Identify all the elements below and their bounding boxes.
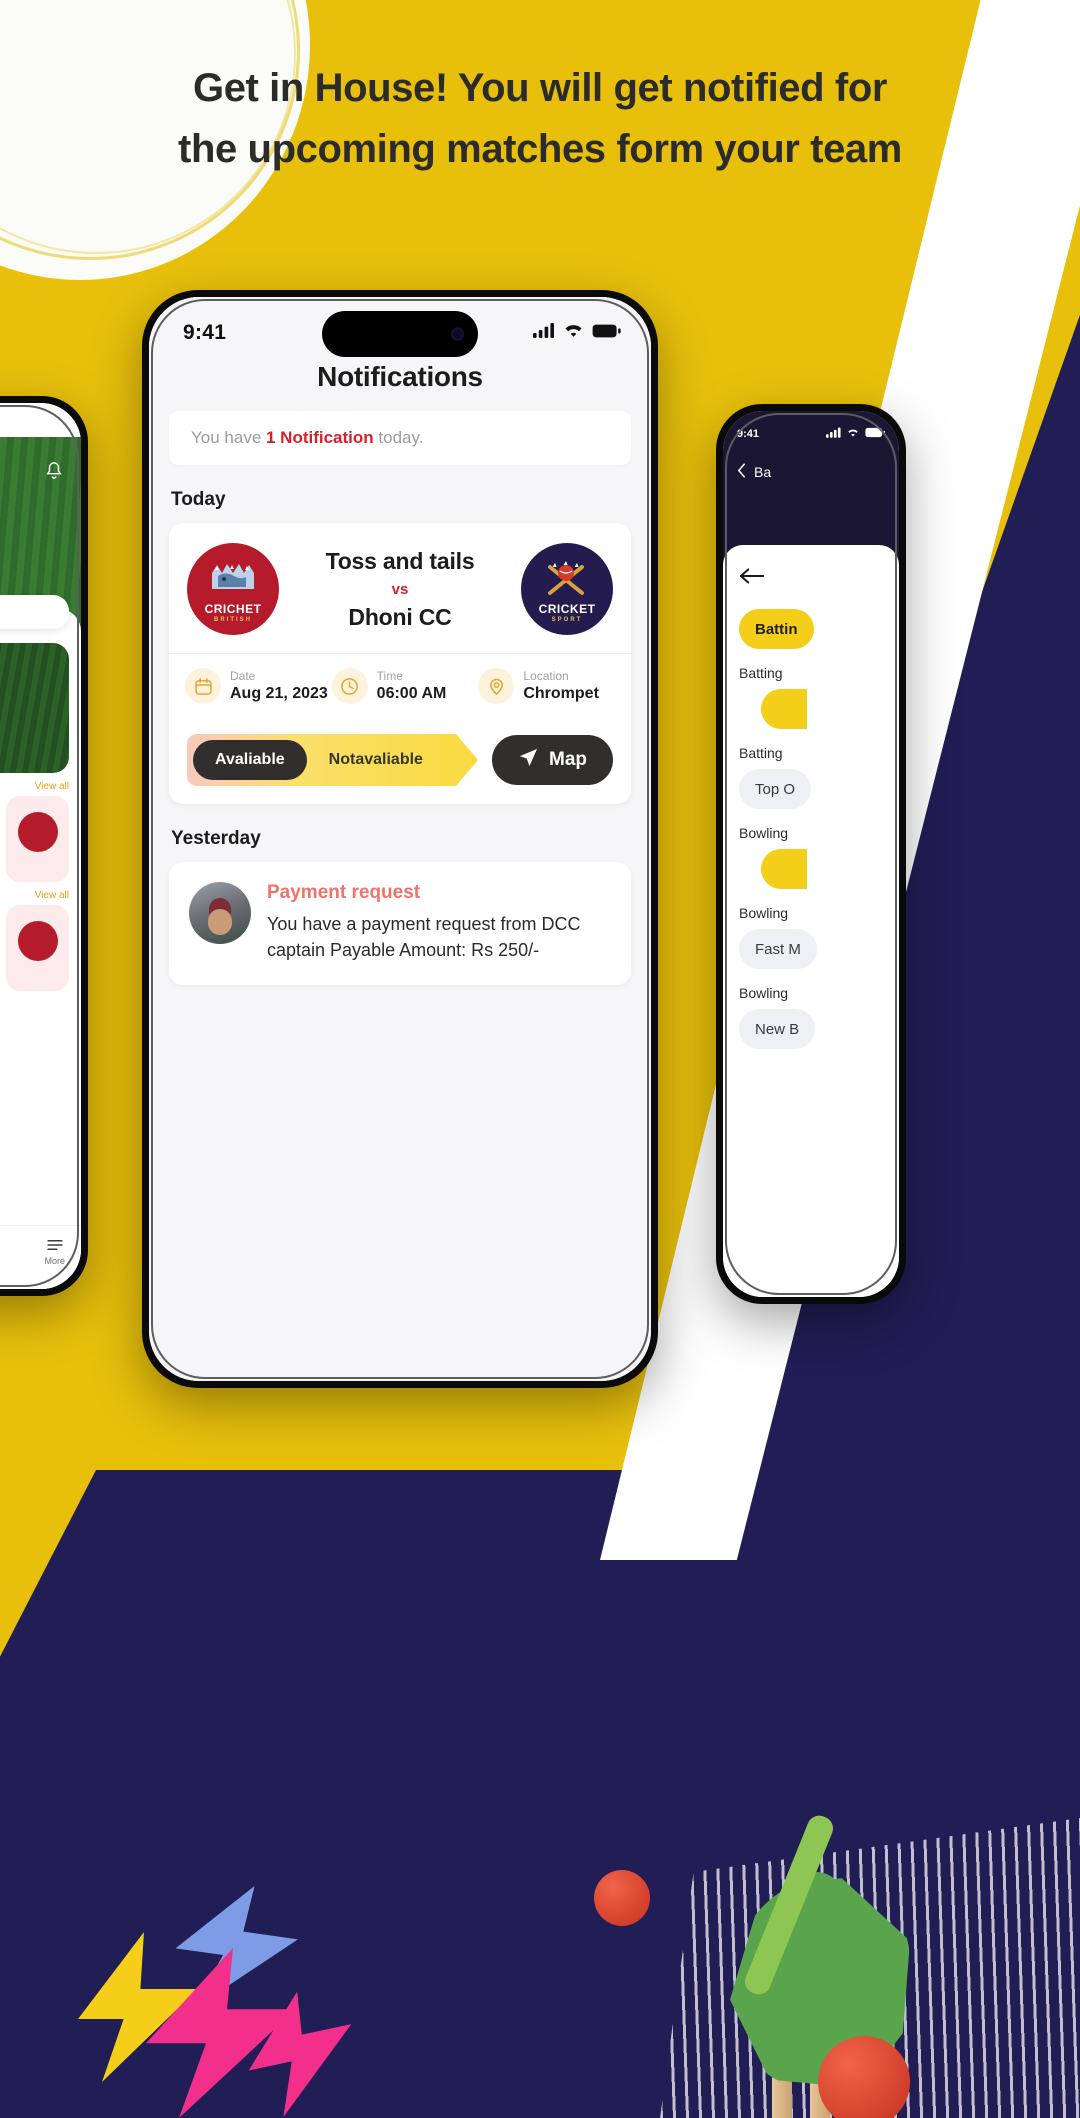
list-item[interactable] [6, 796, 69, 882]
banner-suffix: today. [373, 428, 424, 447]
away-logo-text: CRICKET [538, 602, 596, 616]
right-phone-screen: 9:41 Ba Battin Batting Batting Top O Bow… [723, 411, 899, 1297]
field-label-batting-1: Batting [739, 665, 783, 681]
map-button-label: Map [549, 749, 587, 770]
back-label: Ba [754, 464, 772, 480]
avatar [189, 882, 251, 944]
dynamic-island [322, 311, 478, 357]
availability-toggle[interactable]: Avaliable Notavaliable [187, 734, 478, 786]
away-team-logo: SPORT CRICKET [521, 543, 613, 635]
map-button[interactable]: Map [492, 735, 613, 785]
crossed-bats-ball-icon [548, 561, 584, 595]
wifi-icon [563, 323, 584, 343]
center-phone-mockup: 9:41 Notifications You have 1 Notificati… [142, 290, 658, 1388]
meta-location: Location Chrompet [478, 668, 615, 704]
left-tab-bar: More [0, 1225, 81, 1289]
battery-icon [865, 427, 885, 441]
availability-option-available[interactable]: Avaliable [193, 740, 307, 780]
view-all-link-1[interactable]: View all [0, 781, 69, 792]
meta-date-value: Aug 21, 2023 [230, 684, 328, 702]
section-header-today: Today [171, 489, 226, 510]
left-content-sheet: m View all View all [0, 595, 81, 1289]
home-team-name: Toss and tails [325, 547, 475, 574]
send-arrow-icon [518, 747, 539, 774]
payment-notification-card[interactable]: Payment request You have a payment reque… [169, 862, 631, 986]
status-time: 9:41 [183, 321, 227, 344]
meta-date-label: Date [230, 669, 256, 684]
section-header-yesterday: Yesterday [171, 828, 261, 849]
payment-title: Payment request [267, 882, 421, 903]
vs-label: vs [391, 580, 409, 598]
meta-time-label: Time [376, 669, 403, 684]
match-actions-row: Avaliable Notavaliable Map [169, 720, 631, 804]
lion-crest-icon [212, 564, 254, 589]
field-label-bowling-1: Bowling [739, 825, 789, 841]
home-logo-subtext: BRITISH [214, 617, 252, 623]
meta-location-value: Chrompet [523, 684, 599, 702]
left-card-row-2 [0, 905, 69, 991]
tab-more[interactable]: More [44, 1239, 65, 1266]
match-title-block: Toss and tails vs Dhoni CC [279, 548, 521, 631]
promo-headline: Get in House! You will get notified for … [178, 66, 902, 171]
meta-time-value: 06:00 AM [376, 684, 447, 702]
left-phone-screen: m View all View all [0, 403, 81, 1289]
chip-new-ball[interactable]: New B [739, 1009, 816, 1049]
team-logo-thumb [17, 812, 58, 852]
meta-location-label: Location [523, 669, 569, 684]
payment-body: You have a payment request from DCC capt… [267, 914, 581, 960]
banner-prefix: You have [191, 428, 266, 447]
right-status-bar: 9:41 [737, 427, 885, 441]
left-promo-banner[interactable]: m [0, 643, 69, 773]
home-logo-text: CRICHET [204, 602, 262, 616]
right-content-sheet: Battin Batting Batting Top O Bowling Bow… [723, 545, 899, 1297]
meta-date: Date Aug 21, 2023 [185, 668, 328, 704]
chip-partial-2[interactable] [761, 849, 807, 889]
back-button[interactable]: Ba [737, 463, 885, 481]
notification-count-banner: You have 1 Notification today. [169, 411, 631, 465]
calendar-icon [185, 668, 221, 704]
home-team-logo: BRITISH CRICHET [187, 543, 279, 635]
team-logo-thumb [17, 921, 58, 961]
list-item[interactable] [6, 905, 69, 991]
match-teams-row: BRITISH CRICHET Toss and tails vs Dhoni … [169, 523, 631, 653]
availability-option-not-available[interactable]: Notavaliable [307, 740, 445, 780]
field-label-batting-2: Batting [739, 745, 783, 761]
location-pin-icon [478, 668, 515, 704]
right-phone-mockup: 9:41 Ba Battin Batting Batting Top O Bow… [716, 404, 906, 1304]
chip-fast-medium[interactable]: Fast M [739, 929, 817, 969]
match-notification-card[interactable]: BRITISH CRICHET Toss and tails vs Dhoni … [169, 523, 631, 804]
chip-top-order[interactable]: Top O [739, 769, 812, 809]
status-time: 9:41 [737, 428, 760, 440]
battery-icon [592, 324, 621, 343]
left-status-bar [0, 403, 81, 428]
signal-bars-icon [533, 323, 555, 343]
field-label-bowling-2: Bowling [739, 905, 789, 921]
away-logo-subtext: SPORT [551, 617, 583, 623]
match-meta-row: Date Aug 21, 2023 Time 06:00 AM Location… [169, 653, 631, 720]
away-team-name: Dhoni CC [348, 603, 452, 630]
search-input[interactable] [0, 595, 69, 629]
page-title: Notifications [317, 361, 483, 392]
left-card-row-1 [0, 796, 69, 882]
notifications-screen: 9:41 Notifications You have 1 Notificati… [149, 297, 651, 1381]
meta-time: Time 06:00 AM [331, 668, 469, 704]
more-icon [47, 1239, 63, 1253]
left-phone-mockup: m View all View all [0, 396, 88, 1296]
arrow-left-icon[interactable] [739, 563, 899, 589]
battery-icon [47, 415, 67, 428]
clock-icon [331, 668, 368, 704]
wifi-icon [846, 427, 860, 441]
chip-batting-style[interactable]: Battin [739, 609, 814, 649]
signal-bars-icon [826, 427, 841, 441]
bell-icon[interactable] [45, 461, 63, 483]
tab-more-label: More [44, 1256, 65, 1266]
chevron-left-icon [737, 463, 746, 481]
chip-partial-1[interactable] [761, 689, 807, 729]
screenshot-stage: Get in House! You will get notified for … [0, 0, 1080, 2118]
view-all-link-2[interactable]: View all [0, 890, 69, 901]
field-label-bowling-3: Bowling [739, 985, 789, 1001]
wifi-icon [28, 415, 42, 428]
banner-count: 1 Notification [266, 428, 374, 447]
